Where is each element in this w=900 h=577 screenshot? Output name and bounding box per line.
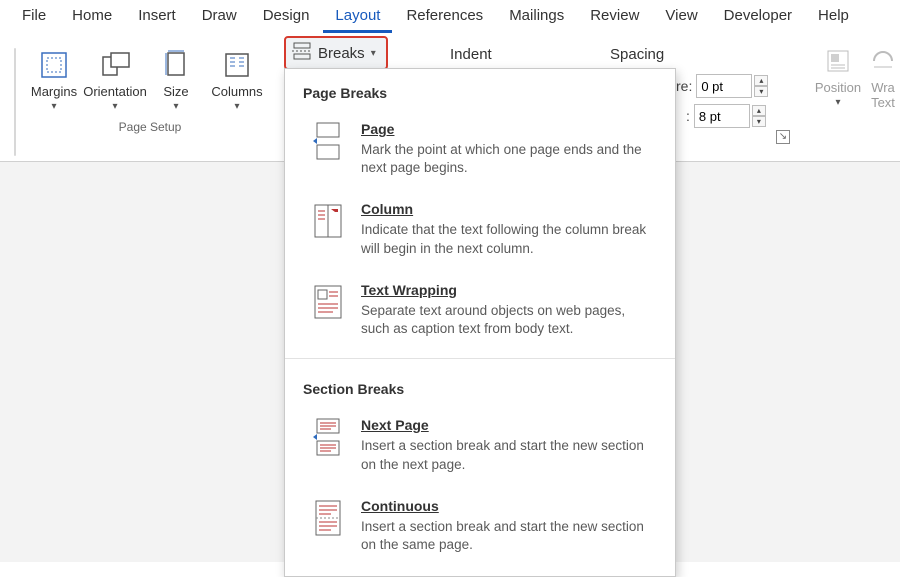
chevron-down-icon: ▾ [51, 101, 56, 112]
menu-references[interactable]: References [394, 1, 495, 33]
ribbon: Margins ▾ Orientation ▾ Size ▾ [0, 34, 900, 162]
column-break-icon [311, 201, 345, 241]
menu-developer[interactable]: Developer [712, 1, 804, 33]
spacing-before-spinner[interactable]: ▴▾ [754, 75, 768, 97]
dd-desc: Insert a section break and start the new… [361, 518, 653, 554]
breaks-icon [292, 42, 312, 64]
position-button[interactable]: Position ▾ [812, 42, 864, 114]
dd-item-page[interactable]: Page Mark the point at which one page en… [285, 111, 675, 191]
dd-item-column[interactable]: Column Indicate that the text following … [285, 191, 675, 271]
dd-title: Column [361, 201, 653, 217]
menu-insert[interactable]: Insert [126, 1, 188, 33]
columns-label: Columns [211, 84, 262, 99]
columns-button[interactable]: Columns ▾ [202, 46, 272, 116]
wrap-label-2: Text [871, 95, 895, 110]
wrap-text-button[interactable]: Wra Text [864, 42, 900, 114]
spacing-after-spinner[interactable]: ▴▾ [752, 105, 766, 127]
page-break-icon [311, 121, 345, 161]
margins-icon [37, 50, 71, 80]
dd-desc: Insert a section break and start the new… [361, 437, 653, 473]
columns-icon [220, 50, 254, 80]
menu-layout[interactable]: Layout [323, 1, 392, 33]
menu-design[interactable]: Design [251, 1, 322, 33]
text-wrapping-break-icon [311, 282, 345, 322]
dd-title: Continuous [361, 498, 653, 514]
menu-file[interactable]: File [10, 1, 58, 33]
spacing-after-input[interactable] [694, 104, 750, 128]
position-icon [821, 46, 855, 76]
dd-desc: Indicate that the text following the col… [361, 221, 653, 257]
next-page-break-icon [311, 417, 345, 457]
margins-label: Margins [31, 84, 77, 99]
dd-item-next-page[interactable]: Next Page Insert a section break and sta… [285, 407, 675, 487]
dd-title: Next Page [361, 417, 653, 433]
group-arrange: Position ▾ Wra Text [806, 38, 900, 116]
group-label-page-setup: Page Setup [119, 120, 182, 134]
dd-item-text-wrapping[interactable]: Text Wrapping Separate text around objec… [285, 272, 675, 352]
dd-title: Text Wrapping [361, 282, 653, 298]
breaks-button[interactable]: Breaks ▾ [284, 36, 388, 70]
indent-header: Indent [450, 46, 492, 63]
menu-home[interactable]: Home [60, 1, 124, 33]
chevron-down-icon: ▾ [371, 48, 376, 59]
orientation-label: Orientation [83, 84, 147, 99]
spacing-before-field: re: ▴▾ [676, 74, 768, 98]
spacing-after-field: : ▴▾ [686, 104, 766, 128]
dd-section-page-breaks: Page Breaks [285, 69, 675, 111]
dd-title: Page [361, 121, 653, 137]
chevron-down-icon: ▾ [173, 101, 178, 112]
menu-view[interactable]: View [653, 1, 709, 33]
paragraph-launcher-icon[interactable]: ↘ [776, 130, 790, 144]
chevron-down-icon: ▾ [835, 97, 840, 108]
wrap-text-icon [866, 46, 900, 76]
menu-bar: File Home Insert Draw Design Layout Refe… [0, 0, 900, 34]
spacing-after-label: : [686, 108, 690, 124]
size-label: Size [163, 84, 188, 99]
chevron-down-icon: ▾ [112, 101, 117, 112]
menu-review[interactable]: Review [578, 1, 651, 33]
chevron-down-icon: ▾ [234, 101, 239, 112]
spacing-before-label: re: [676, 78, 692, 94]
menu-mailings[interactable]: Mailings [497, 1, 576, 33]
position-label: Position [815, 80, 861, 95]
breaks-label: Breaks [318, 45, 365, 62]
breaks-dropdown: Page Breaks Page Mark the point at which… [284, 68, 676, 577]
menu-help[interactable]: Help [806, 1, 861, 33]
wrap-label-1: Wra [871, 80, 895, 95]
continuous-break-icon [311, 498, 345, 538]
margins-button[interactable]: Margins ▾ [28, 46, 80, 116]
dd-section-section-breaks: Section Breaks [285, 365, 675, 407]
spacing-before-input[interactable] [696, 74, 752, 98]
orientation-icon [98, 50, 132, 80]
dd-desc: Separate text around objects on web page… [361, 302, 653, 338]
dd-separator [285, 358, 675, 359]
orientation-button[interactable]: Orientation ▾ [80, 46, 150, 116]
menu-draw[interactable]: Draw [190, 1, 249, 33]
group-page-setup: Margins ▾ Orientation ▾ Size ▾ [22, 42, 278, 136]
ribbon-bg [14, 48, 16, 156]
dd-desc: Mark the point at which one page ends an… [361, 141, 653, 177]
size-button[interactable]: Size ▾ [150, 46, 202, 116]
size-icon [159, 50, 193, 80]
dd-item-continuous[interactable]: Continuous Insert a section break and st… [285, 488, 675, 568]
spacing-header: Spacing [610, 46, 664, 63]
